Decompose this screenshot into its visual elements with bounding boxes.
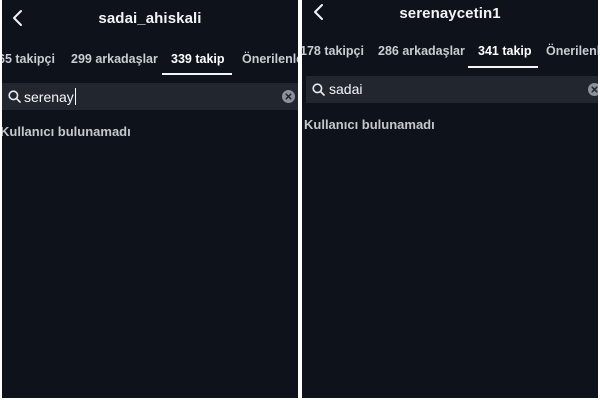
tab-followers[interactable]: 65 takipçi [2,52,55,66]
search-icon [8,90,21,103]
search-icon [312,83,325,96]
no-users-message: Kullanıcı bulunamadı [304,117,435,132]
tab-following[interactable]: 339 takip [171,52,225,66]
tab-suggested[interactable]: Önerilenler [546,44,598,58]
left-profile-panel: sadai_ahiskali 65 takipçi 299 arkadaşlar… [2,0,298,398]
no-users-message: Kullanıcı bulunamadı [2,124,131,139]
follow-tabs: 65 takipçi 299 arkadaşlar 339 takip Öner… [2,44,298,74]
tab-friends[interactable]: 286 arkadaşlar [378,44,465,58]
search-bar[interactable]: serenay [2,83,298,110]
page-title: sadai_ahiskali [98,10,202,27]
search-input[interactable]: sadai [329,81,362,97]
search-input[interactable]: serenay [24,88,77,105]
active-tab-indicator [162,73,232,75]
tab-suggested[interactable]: Önerilenler [242,52,298,66]
right-profile-panel: serenaycetin1 178 takipçi 286 arkadaşlar… [302,0,598,398]
search-bar[interactable]: sadai [306,76,598,103]
tab-following[interactable]: 341 takip [478,44,532,58]
tab-followers[interactable]: 178 takipçi [302,44,364,58]
page-title: serenaycetin1 [399,5,501,22]
active-tab-indicator [468,66,538,68]
clear-circle-x-icon[interactable] [588,83,598,96]
tab-friends[interactable]: 299 arkadaşlar [71,52,158,66]
clear-circle-x-icon[interactable] [282,90,295,103]
follow-tabs: 178 takipçi 286 arkadaşlar 341 takip Öne… [302,36,598,66]
